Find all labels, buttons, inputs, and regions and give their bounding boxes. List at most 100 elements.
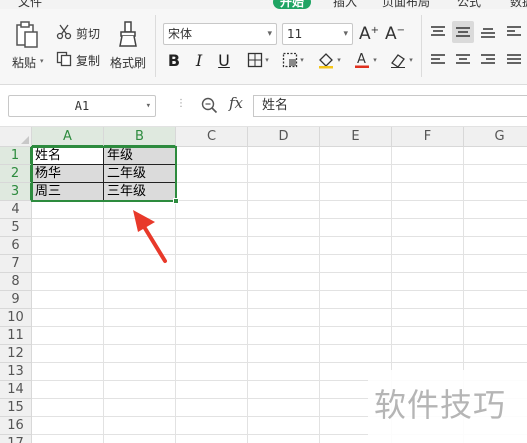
fill-color-button[interactable]: ▾ — [313, 49, 345, 71]
cell-f8[interactable] — [392, 273, 464, 291]
decrease-font-size-button[interactable]: A − — [384, 23, 406, 45]
paste-dropdown-icon[interactable]: ▾ — [40, 57, 44, 65]
increase-font-size-button[interactable]: A + — [358, 23, 380, 45]
cell-f12[interactable] — [392, 345, 464, 363]
cell-a5[interactable] — [32, 219, 104, 237]
cell-g5[interactable] — [464, 219, 527, 237]
cell-a3[interactable]: 周三 — [32, 183, 104, 201]
orientation-button[interactable] — [503, 21, 525, 43]
cell-d5[interactable] — [248, 219, 320, 237]
fill-handle[interactable] — [173, 198, 179, 204]
column-header-a[interactable]: A — [32, 127, 104, 147]
column-header-f[interactable]: F — [392, 127, 464, 147]
cell-d15[interactable] — [248, 399, 320, 417]
cell-f4[interactable] — [392, 201, 464, 219]
align-center-button[interactable] — [452, 49, 474, 71]
row-header-3[interactable]: 3 — [0, 183, 32, 201]
cell-b16[interactable] — [104, 417, 176, 435]
cell-e11[interactable] — [320, 327, 392, 345]
menu-formulas[interactable]: 公式 — [457, 0, 481, 9]
cell-c2[interactable] — [176, 165, 248, 183]
cell-c5[interactable] — [176, 219, 248, 237]
menu-page-layout[interactable]: 页面布局 — [382, 0, 430, 9]
cell-e10[interactable] — [320, 309, 392, 327]
cell-d1[interactable] — [248, 147, 320, 165]
chevron-down-icon[interactable]: ▾ — [146, 96, 151, 116]
select-all-button[interactable] — [0, 127, 32, 147]
align-left-button[interactable] — [427, 49, 449, 71]
row-header-10[interactable]: 10 — [0, 309, 32, 327]
cell-f3[interactable] — [392, 183, 464, 201]
cell-a1[interactable]: 姓名 — [32, 147, 104, 165]
more-options-icon[interactable]: ⋮ — [176, 98, 187, 109]
row-header-7[interactable]: 7 — [0, 255, 32, 273]
cell-style-button[interactable]: ▾ — [277, 49, 309, 71]
cell-f2[interactable] — [392, 165, 464, 183]
cell-b17[interactable] — [104, 435, 176, 443]
cell-a8[interactable] — [32, 273, 104, 291]
cell-e4[interactable] — [320, 201, 392, 219]
cell-g6[interactable] — [464, 237, 527, 255]
cell-g4[interactable] — [464, 201, 527, 219]
align-middle-button[interactable] — [452, 21, 474, 43]
cell-c3[interactable] — [176, 183, 248, 201]
row-header-12[interactable]: 12 — [0, 345, 32, 363]
row-header-13[interactable]: 13 — [0, 363, 32, 381]
cell-a15[interactable] — [32, 399, 104, 417]
row-header-17[interactable]: 17 — [0, 435, 32, 443]
font-size-select[interactable]: 11 ▾ — [282, 23, 353, 45]
justify-button[interactable] — [503, 49, 525, 71]
cut-button[interactable]: 剪切 — [76, 25, 100, 42]
cell-e2[interactable] — [320, 165, 392, 183]
menu-insert[interactable]: 插入 — [333, 0, 357, 9]
cell-e8[interactable] — [320, 273, 392, 291]
paste-button[interactable] — [12, 19, 42, 51]
clear-format-button[interactable]: ▾ — [385, 49, 417, 71]
cell-a9[interactable] — [32, 291, 104, 309]
cell-d2[interactable] — [248, 165, 320, 183]
copy-button[interactable]: 复制 — [76, 52, 100, 69]
cell-b13[interactable] — [104, 363, 176, 381]
row-header-6[interactable]: 6 — [0, 237, 32, 255]
cell-a7[interactable] — [32, 255, 104, 273]
cell-f7[interactable] — [392, 255, 464, 273]
cell-e6[interactable] — [320, 237, 392, 255]
menu-home-tab[interactable]: 开始 — [273, 0, 312, 9]
cell-e12[interactable] — [320, 345, 392, 363]
cell-d16[interactable] — [248, 417, 320, 435]
row-header-2[interactable]: 2 — [0, 165, 32, 183]
menu-data[interactable]: 数据 — [510, 0, 527, 9]
cell-d10[interactable] — [248, 309, 320, 327]
row-header-5[interactable]: 5 — [0, 219, 32, 237]
row-header-4[interactable]: 4 — [0, 201, 32, 219]
cell-a12[interactable] — [32, 345, 104, 363]
cell-d8[interactable] — [248, 273, 320, 291]
cell-c11[interactable] — [176, 327, 248, 345]
column-header-g[interactable]: G — [464, 127, 527, 147]
menu-file[interactable]: 文件 — [18, 0, 42, 9]
border-button[interactable]: ▾ — [242, 49, 274, 71]
font-name-select[interactable]: 宋体 ▾ — [163, 23, 277, 45]
cell-c6[interactable] — [176, 237, 248, 255]
row-header-11[interactable]: 11 — [0, 327, 32, 345]
cell-f1[interactable] — [392, 147, 464, 165]
cell-b10[interactable] — [104, 309, 176, 327]
underline-button[interactable]: U — [213, 49, 235, 71]
cell-c10[interactable] — [176, 309, 248, 327]
insert-function-button[interactable]: fx — [229, 94, 243, 112]
cell-b11[interactable] — [104, 327, 176, 345]
cell-c4[interactable] — [176, 201, 248, 219]
cell-b12[interactable] — [104, 345, 176, 363]
cell-e5[interactable] — [320, 219, 392, 237]
cell-b8[interactable] — [104, 273, 176, 291]
align-top-button[interactable] — [427, 21, 449, 43]
cell-g7[interactable] — [464, 255, 527, 273]
cell-a17[interactable] — [32, 435, 104, 443]
cell-e7[interactable] — [320, 255, 392, 273]
cell-c1[interactable] — [176, 147, 248, 165]
cell-f9[interactable] — [392, 291, 464, 309]
cell-c9[interactable] — [176, 291, 248, 309]
cell-d17[interactable] — [248, 435, 320, 443]
column-header-d[interactable]: D — [248, 127, 320, 147]
cell-g8[interactable] — [464, 273, 527, 291]
